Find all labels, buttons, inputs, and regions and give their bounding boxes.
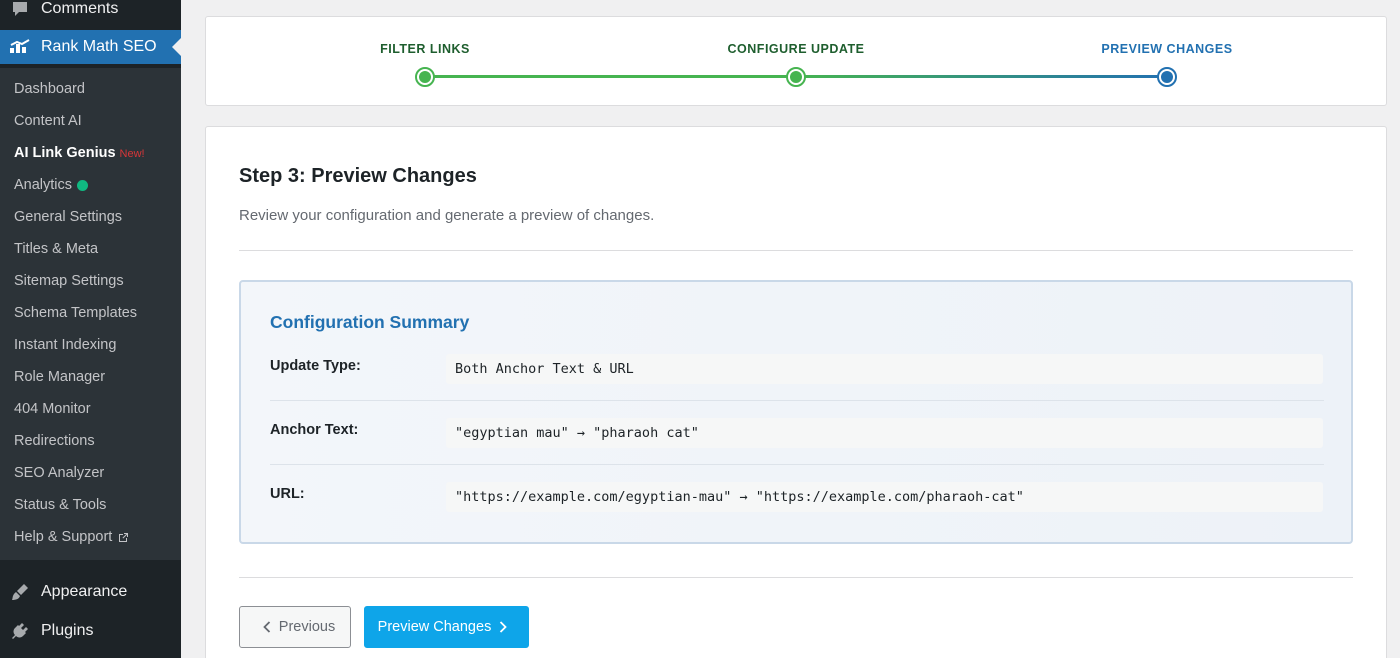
submenu-content-ai[interactable]: Content AI: [14, 110, 82, 132]
submenu-dashboard[interactable]: Dashboard: [14, 78, 85, 100]
plug-icon: [9, 620, 31, 642]
chevron-right-icon: [499, 621, 508, 633]
submenu-instant-indexing-label: Instant Indexing: [14, 337, 117, 353]
submenu-instant-indexing[interactable]: Instant Indexing: [14, 334, 116, 356]
step-label-filter-links: FILTER LINKS: [380, 42, 470, 56]
step-label-configure-update: CONFIGURE UPDATE: [727, 42, 865, 56]
step-connector-2: [796, 75, 1167, 78]
menu-rank-math-seo[interactable]: Rank Math SEO: [0, 30, 181, 64]
submenu-role-manager-label: Role Manager: [14, 369, 106, 385]
configuration-summary: Configuration Summary Update Type: Both …: [239, 280, 1353, 544]
divider-bottom: [239, 577, 1353, 578]
submenu-seo-analyzer[interactable]: SEO Analyzer: [14, 462, 104, 484]
analytics-status-dot: [77, 179, 89, 191]
menu-plugins-label: Plugins: [41, 622, 94, 639]
step-dot-configure-update[interactable]: [786, 67, 806, 87]
submenu-content-ai-label: Content AI: [14, 113, 82, 129]
divider-top: [239, 250, 1353, 251]
menu-appearance-label: Appearance: [41, 583, 128, 600]
rank-math-submenu: Dashboard Content AI AI Link Genius New! …: [0, 68, 181, 560]
step-label-preview-changes: PREVIEW CHANGES: [1101, 42, 1233, 56]
menu-comments-label: Comments: [41, 0, 119, 17]
submenu-404-monitor-label: 404 Monitor: [14, 401, 91, 417]
submenu-redirections[interactable]: Redirections: [14, 430, 95, 452]
submenu-titles-meta[interactable]: Titles & Meta: [14, 238, 98, 260]
step-panel: Step 3: Preview Changes Review your conf…: [205, 126, 1387, 658]
wizard-stepper: FILTER LINKS #stepper .step-dot:nth-of-t…: [205, 16, 1387, 106]
submenu-ai-link-genius[interactable]: AI Link Genius New!: [14, 142, 145, 164]
submenu-analytics[interactable]: Analytics: [14, 174, 89, 196]
submenu-titles-meta-label: Titles & Meta: [14, 241, 99, 257]
menu-plugins[interactable]: Plugins: [0, 614, 181, 648]
submenu-seo-analyzer-label: SEO Analyzer: [14, 465, 105, 481]
submenu-schema-templates-label: Schema Templates: [14, 305, 138, 321]
submenu-status-tools-label: Status & Tools: [14, 497, 107, 513]
previous-button[interactable]: Previous: [239, 606, 351, 648]
step-connector-1: [425, 75, 796, 78]
update-type-value: Both Anchor Text & URL: [446, 354, 1323, 384]
submenu-analytics-label: Analytics: [14, 177, 73, 193]
step-dot-filter-links[interactable]: #stepper .step-dot:nth-of-type(1)::after…: [415, 67, 435, 87]
rank-math-logo-icon: [9, 36, 31, 58]
url-label: URL:: [270, 486, 305, 502]
submenu-schema-templates[interactable]: Schema Templates: [14, 302, 137, 324]
submenu-redirections-label: Redirections: [14, 433, 95, 449]
submenu-dashboard-label: Dashboard: [14, 81, 85, 97]
speech-bubble-icon: [9, 0, 31, 20]
submenu-help-support[interactable]: Help & Support: [14, 526, 129, 548]
submenu-general-settings[interactable]: General Settings: [14, 206, 122, 228]
row-divider: [270, 464, 1324, 465]
new-badge: New!: [119, 148, 145, 160]
submenu-status-tools[interactable]: Status & Tools: [14, 494, 106, 516]
anchor-text-label: Anchor Text:: [270, 422, 359, 438]
submenu-role-manager[interactable]: Role Manager: [14, 366, 105, 388]
paintbrush-icon: [9, 581, 31, 603]
preview-changes-button[interactable]: Preview Changes: [364, 606, 529, 648]
anchor-text-value: "egyptian mau" → "pharaoh cat": [446, 418, 1323, 448]
external-link-icon: [118, 532, 129, 543]
admin-sidebar: Comments Rank Math SEO Dashboard Content…: [0, 0, 181, 658]
submenu-help-support-label: Help & Support: [14, 529, 113, 545]
page-description: Review your configuration and generate a…: [239, 207, 655, 224]
submenu-general-settings-label: General Settings: [14, 209, 123, 225]
summary-title: Configuration Summary: [270, 312, 470, 332]
row-divider: [270, 400, 1324, 401]
preview-changes-button-label: Preview Changes: [377, 619, 492, 635]
chevron-left-icon: [263, 621, 271, 633]
previous-button-label: Previous: [278, 619, 336, 635]
submenu-sitemap-settings[interactable]: Sitemap Settings: [14, 270, 124, 292]
step-dot-preview-changes[interactable]: [1157, 67, 1177, 87]
menu-rank-math-label: Rank Math SEO: [41, 38, 157, 55]
page-title: Step 3: Preview Changes: [239, 165, 477, 187]
menu-appearance[interactable]: Appearance: [0, 575, 181, 609]
update-type-label: Update Type:: [270, 358, 361, 374]
submenu-404-monitor[interactable]: 404 Monitor: [14, 398, 91, 420]
menu-comments[interactable]: Comments: [0, 0, 181, 26]
submenu-sitemap-settings-label: Sitemap Settings: [14, 273, 124, 289]
submenu-ai-link-genius-label: AI Link Genius: [14, 145, 116, 161]
url-value: "https://example.com/egyptian-mau" → "ht…: [446, 482, 1323, 512]
